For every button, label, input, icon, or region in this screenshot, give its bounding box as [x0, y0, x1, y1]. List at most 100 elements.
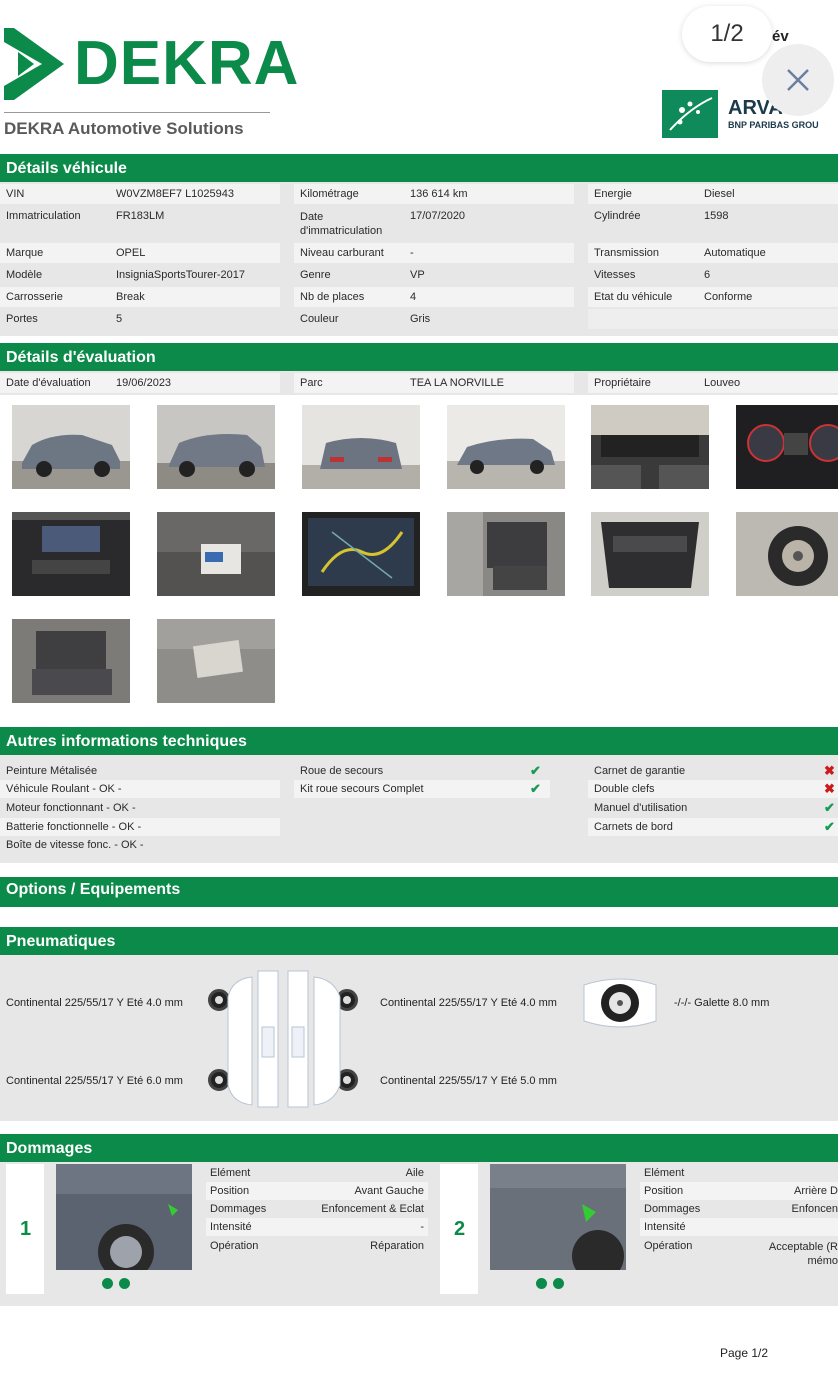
damage-row: Intensité: [640, 1218, 838, 1236]
photo-center-console[interactable]: [12, 512, 130, 596]
photo-trunk[interactable]: [591, 512, 709, 596]
car-photo-icon: [157, 405, 275, 489]
tyre-rear-right-text: Continental 225/55/17 Y Eté 5.0 mm: [380, 1075, 557, 1087]
field-label: Parc: [300, 377, 323, 389]
damage-row: Dommages Enfoncement & Eclat: [206, 1200, 428, 1218]
field-label: Portes: [6, 313, 38, 325]
interior-photo-icon: [12, 619, 130, 703]
field-label: Propriétaire: [594, 377, 651, 389]
field-label: Dommages: [644, 1203, 701, 1215]
vehicle-row-energie: Energie Diesel: [588, 184, 838, 204]
field-label: Elément: [210, 1167, 251, 1179]
damage-row: Opération Acceptable (R mémo: [640, 1237, 838, 1269]
field-value: Louveo: [704, 377, 741, 389]
field-value: Aile: [405, 1167, 424, 1179]
field-label: Opération: [644, 1240, 693, 1252]
tech-panel: Peinture Métalisée Véhicule Roulant - OK…: [0, 755, 838, 863]
photo-instrument-cluster[interactable]: [736, 405, 838, 489]
field-label-line2: d'immatriculation: [300, 225, 383, 237]
tyres-panel: Continental 225/55/17 Y Eté 4.0 mm Conti…: [0, 955, 838, 1121]
photo-front-left[interactable]: [12, 405, 130, 489]
check-icon: ✔: [824, 819, 835, 834]
vehicle-row-couleur: Couleur Gris: [294, 309, 574, 329]
field-label: Intensité: [210, 1221, 252, 1233]
field-value: OPEL: [116, 247, 146, 259]
photo-rear-left[interactable]: [157, 405, 275, 489]
photo-rear-seats[interactable]: [12, 619, 130, 703]
tech-item-label: Roue de secours: [300, 765, 384, 777]
tech-item-label: Kit roue secours Complet: [300, 783, 424, 795]
check-icon: ✔: [824, 800, 835, 815]
field-value: VP: [410, 269, 425, 281]
dekra-subtitle: DEKRA Automotive Solutions: [4, 119, 244, 138]
vehicle-row-genre: Genre VP: [294, 265, 574, 285]
photo-indicator-dot[interactable]: [553, 1278, 564, 1289]
tech-item: Boîte de vitesse fonc. - OK -: [6, 839, 144, 851]
field-value: Arrière D: [793, 1185, 838, 1197]
tech-item-roue-secours: Roue de secours ✔: [294, 762, 550, 780]
photo-front-seats[interactable]: [447, 512, 565, 596]
section-evaluation-title: Détails d'évaluation: [0, 343, 838, 371]
arval-logo-icon: [662, 90, 718, 138]
vehicle-row-empty: [588, 309, 838, 329]
vehicle-row-vitesses: Vitesses 6: [588, 265, 838, 285]
section-options-title: Options / Equipements: [0, 877, 838, 907]
vehicle-row-immatriculation: Immatriculation FR183LM: [0, 206, 280, 242]
vehicle-row-etat: Etat du véhicule Conforme: [588, 287, 838, 307]
cross-icon: ✖: [824, 781, 835, 796]
eval-row-parc: Parc TEA LA NORVILLE: [294, 373, 574, 393]
tech-item: Peinture Métalisée: [6, 765, 98, 777]
tech-item-kit-roue: Kit roue secours Complet ✔: [294, 780, 550, 798]
section-tech-title: Autres informations techniques: [0, 727, 838, 755]
field-value: -: [410, 247, 414, 259]
photo-dashboard[interactable]: [591, 405, 709, 489]
damage-photo-1[interactable]: [56, 1164, 192, 1270]
vehicle-row-vin: VIN W0VZM8EF7 L1025943: [0, 184, 280, 204]
trunk-photo-icon: [591, 512, 709, 596]
spare-wheel-photo-icon: [736, 512, 838, 596]
photo-trunk-label[interactable]: [157, 619, 275, 703]
dekra-wordmark: DEKRA: [74, 29, 300, 98]
photo-spare-wheel[interactable]: [736, 512, 838, 596]
photo-indicator-dot[interactable]: [102, 1278, 113, 1289]
field-value: 1598: [704, 210, 729, 222]
damage-row: Elément: [640, 1164, 838, 1182]
field-value: Conforme: [704, 291, 753, 303]
damage-photo-2[interactable]: [490, 1164, 626, 1270]
vehicle-row-carburant: Niveau carburant -: [294, 243, 574, 263]
eval-row-proprietaire: Propriétaire Louveo: [588, 373, 838, 393]
field-value-line2: mémo: [807, 1255, 838, 1267]
photo-indicator-dot[interactable]: [119, 1278, 130, 1289]
field-label: Date d'immatriculation: [300, 210, 382, 238]
photo-navigation-screen[interactable]: [302, 512, 420, 596]
damage-row: Position Arrière D: [640, 1182, 838, 1200]
photo-indicator-dot[interactable]: [536, 1278, 547, 1289]
close-button[interactable]: [762, 44, 834, 116]
field-label: Opération: [210, 1240, 259, 1252]
vehicle-row-portes: Portes 5: [0, 309, 280, 329]
field-label: Elément: [644, 1167, 685, 1179]
vehicle-details-panel: VIN W0VZM8EF7 L1025943 Immatriculation FR1…: [0, 182, 838, 336]
tech-item: Batterie fonctionnelle - OK -: [0, 818, 280, 836]
field-label: Modèle: [6, 269, 43, 281]
car-photo-icon: [302, 405, 420, 489]
field-value: Enfoncement & Eclat: [321, 1203, 424, 1215]
field-value: Enfoncen: [791, 1203, 838, 1215]
photo-seat-tag[interactable]: [157, 512, 275, 596]
vehicle-row-modele: Modèle InsigniaSportsTourer-2017: [0, 265, 280, 285]
close-icon: [787, 69, 809, 91]
photo-front-right[interactable]: [447, 405, 565, 489]
tech-item-label: Carnet de garantie: [594, 765, 686, 777]
truncated-header-text: év: [772, 28, 789, 45]
field-label: Position: [644, 1185, 684, 1197]
navigation-photo-icon: [302, 512, 420, 596]
damage-photo-icon: [56, 1164, 192, 1270]
photo-rear[interactable]: [302, 405, 420, 489]
field-label: Kilométrage: [300, 188, 359, 200]
tech-item-label: Carnets de bord: [594, 821, 673, 833]
field-value: 17/07/2020: [410, 210, 466, 222]
damage-number: 2: [454, 1218, 466, 1240]
field-label: Marque: [6, 247, 44, 259]
field-label: Transmission: [594, 247, 659, 259]
tech-item-manuel: Manuel d'utilisation ✔: [588, 799, 838, 817]
